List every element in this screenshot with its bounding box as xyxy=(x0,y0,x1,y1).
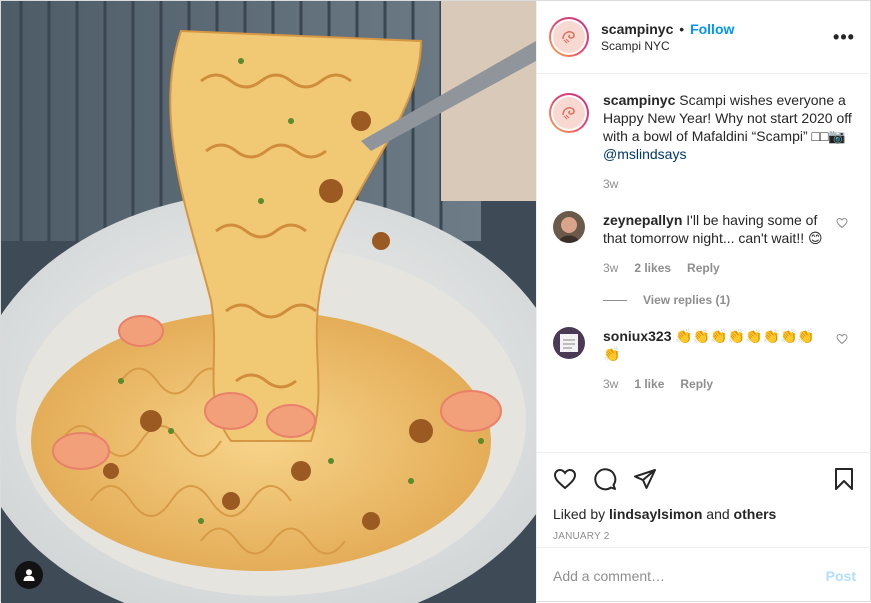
commenter-avatar[interactable] xyxy=(553,211,585,243)
liked-by-user[interactable]: lindsaylsimon xyxy=(609,506,702,522)
user-tag-icon xyxy=(23,569,35,581)
user-tag-button[interactable] xyxy=(15,561,43,589)
share-icon xyxy=(634,469,656,489)
bookmark-icon xyxy=(835,468,853,490)
comment-username[interactable]: zeynepallyn xyxy=(603,212,682,228)
post-image[interactable] xyxy=(1,1,536,603)
share-button[interactable] xyxy=(633,467,657,491)
action-icons xyxy=(553,459,856,499)
comment-username[interactable]: soniux323 xyxy=(603,328,671,344)
post-side-panel: scampinyc • Follow Scampi NYC ••• scampi… xyxy=(536,1,871,603)
follow-button[interactable]: Follow xyxy=(690,21,734,37)
small-heart-icon[interactable] xyxy=(836,217,848,229)
liked-by-others[interactable]: others xyxy=(734,506,777,522)
heart-icon xyxy=(553,468,577,490)
commenter-avatar[interactable] xyxy=(553,327,585,359)
view-replies-button[interactable]: View replies (1) xyxy=(603,293,856,307)
pasta-photo xyxy=(1,1,536,603)
more-options-icon[interactable]: ••• xyxy=(832,27,856,48)
caption-mention[interactable]: @mslindsays xyxy=(603,146,686,162)
account-avatar[interactable] xyxy=(549,17,589,57)
shrimp-logo-icon xyxy=(553,21,585,53)
comments-list[interactable]: scampinyc Scampi wishes everyone a Happy… xyxy=(537,75,871,451)
comment-item: soniux323 👏👏👏👏👏👏👏👏👏 3w 1 like Reply xyxy=(549,327,856,391)
small-heart-icon[interactable] xyxy=(836,333,848,345)
post-date[interactable]: JANUARY 2 xyxy=(553,531,856,542)
comment-time[interactable]: 3w xyxy=(603,377,618,391)
comment-item: zeynepallyn I'll be having some of that … xyxy=(549,211,856,275)
shrimp-logo-icon xyxy=(553,97,585,129)
post-header: scampinyc • Follow Scampi NYC ••• xyxy=(537,1,871,74)
liked-by: Liked by lindsaylsimon and others xyxy=(553,505,856,523)
header-username[interactable]: scampinyc xyxy=(601,21,673,37)
reply-button[interactable]: Reply xyxy=(687,261,720,275)
caption-username[interactable]: scampinyc xyxy=(603,92,675,108)
liked-by-and: and xyxy=(706,506,730,522)
add-comment-input[interactable] xyxy=(553,567,826,584)
caption-avatar[interactable] xyxy=(549,93,589,133)
comment-button[interactable] xyxy=(593,467,617,491)
add-comment-bar: Post xyxy=(537,547,871,603)
like-button[interactable] xyxy=(553,467,577,491)
location-link[interactable]: Scampi NYC xyxy=(601,38,832,54)
comment-likes[interactable]: 1 like xyxy=(634,377,664,391)
instagram-post: scampinyc • Follow Scampi NYC ••• scampi… xyxy=(0,0,871,603)
comment-likes[interactable]: 2 likes xyxy=(634,261,671,275)
liked-by-prefix: Liked by xyxy=(553,506,606,522)
post-comment-button[interactable]: Post xyxy=(826,568,856,584)
view-replies-label: View replies (1) xyxy=(643,293,731,307)
save-button[interactable] xyxy=(832,467,856,491)
comment-icon xyxy=(594,468,617,491)
caption: scampinyc Scampi wishes everyone a Happy… xyxy=(549,91,856,191)
caption-time[interactable]: 3w xyxy=(603,177,618,191)
reply-button[interactable]: Reply xyxy=(680,377,713,391)
comment-time[interactable]: 3w xyxy=(603,261,618,275)
separator-dot: • xyxy=(679,21,685,37)
replies-divider xyxy=(603,299,627,301)
post-actions: Liked by lindsaylsimon and others JANUAR… xyxy=(537,452,871,542)
